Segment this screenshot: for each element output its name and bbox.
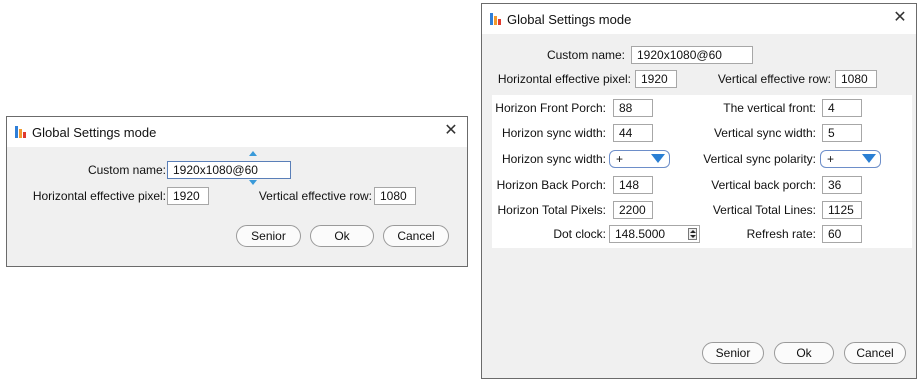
v-sync-polarity-select[interactable]: + xyxy=(820,150,881,168)
h-sync-width-label: Horizon sync width: xyxy=(501,126,606,140)
custom-name-label: Custom name: xyxy=(546,48,625,62)
h-sync-polarity-select[interactable]: + xyxy=(609,150,670,168)
v-front-field[interactable]: 4 xyxy=(822,99,862,117)
app-logo-icon xyxy=(490,13,502,25)
h-total-pixels-field[interactable]: 2200 xyxy=(613,201,653,219)
v-back-porch-label: Vertical back porch: xyxy=(711,178,816,192)
resize-handle-up-icon[interactable] xyxy=(249,151,257,156)
cancel-button[interactable]: Cancel xyxy=(844,342,906,364)
vertical-row-label: Vertical effective row: xyxy=(717,72,831,86)
custom-name-label: Custom name: xyxy=(87,163,166,177)
h-front-porch-label: Horizon Front Porch: xyxy=(495,101,606,115)
h-sync-width-field[interactable]: 44 xyxy=(613,124,653,142)
chevron-down-icon[interactable] xyxy=(862,154,876,163)
ok-button[interactable]: Ok xyxy=(774,342,834,364)
horizontal-pixel-label: Horizontal effective pixel: xyxy=(32,189,166,203)
horizontal-pixel-label: Horizontal effective pixel: xyxy=(497,72,631,86)
senior-button[interactable]: Senior xyxy=(702,342,764,364)
h-sync-polarity-label: Horizon sync width: xyxy=(501,152,606,166)
v-back-porch-field[interactable]: 36 xyxy=(822,176,862,194)
v-sync-polarity-value: + xyxy=(827,152,835,166)
cancel-button[interactable]: Cancel xyxy=(383,225,449,247)
horizontal-pixel-field[interactable]: 1920 xyxy=(635,70,677,88)
v-sync-width-field[interactable]: 5 xyxy=(822,124,862,142)
app-logo-icon xyxy=(15,126,27,138)
horizontal-pixel-field[interactable]: 1920 xyxy=(167,187,209,205)
dot-clock-value: 148.5000 xyxy=(615,227,666,241)
dialog-title: Global Settings mode xyxy=(507,12,632,27)
h-sync-polarity-value: + xyxy=(616,152,624,166)
senior-button[interactable]: Senior xyxy=(236,225,301,247)
v-total-lines-field[interactable]: 1125 xyxy=(822,201,862,219)
large-settings-dialog: Global Settings mode ✕ Custom name: 1920… xyxy=(481,3,917,379)
h-front-porch-field[interactable]: 88 xyxy=(613,99,653,117)
vertical-row-label: Vertical effective row: xyxy=(258,189,372,203)
v-front-label: The vertical front: xyxy=(723,101,816,115)
dot-clock-spinner[interactable]: 148.5000 xyxy=(609,225,700,243)
large-dialog-titlebar: Global Settings mode ✕ xyxy=(482,4,916,34)
h-back-porch-field[interactable]: 148 xyxy=(613,176,653,194)
ok-button[interactable]: Ok xyxy=(310,225,374,247)
h-back-porch-label: Horizon Back Porch: xyxy=(496,178,606,192)
custom-name-field[interactable]: 1920x1080@60 xyxy=(631,46,753,64)
vertical-row-field[interactable]: 1080 xyxy=(835,70,877,88)
refresh-rate-field[interactable]: 60 xyxy=(822,225,862,243)
dialog-title: Global Settings mode xyxy=(32,125,157,140)
close-icon[interactable]: ✕ xyxy=(441,121,461,141)
refresh-rate-label: Refresh rate: xyxy=(746,227,816,241)
h-total-pixels-label: Horizon Total Pixels: xyxy=(497,203,607,217)
v-sync-width-label: Vertical sync width: xyxy=(713,126,816,140)
close-icon[interactable]: ✕ xyxy=(890,8,910,28)
chevron-down-icon[interactable] xyxy=(651,154,665,163)
small-dialog-titlebar: Global Settings mode ✕ xyxy=(7,117,467,147)
vertical-row-field[interactable]: 1080 xyxy=(374,187,416,205)
v-total-lines-label: Vertical Total Lines: xyxy=(712,203,816,217)
dot-clock-label: Dot clock: xyxy=(553,227,606,241)
custom-name-field[interactable]: 1920x1080@60 xyxy=(167,161,291,179)
small-settings-dialog: Global Settings mode ✕ Custom name: 1920… xyxy=(6,116,468,267)
v-sync-polarity-label: Vertical sync polarity: xyxy=(703,152,816,166)
resize-handle-down-icon[interactable] xyxy=(249,180,257,185)
